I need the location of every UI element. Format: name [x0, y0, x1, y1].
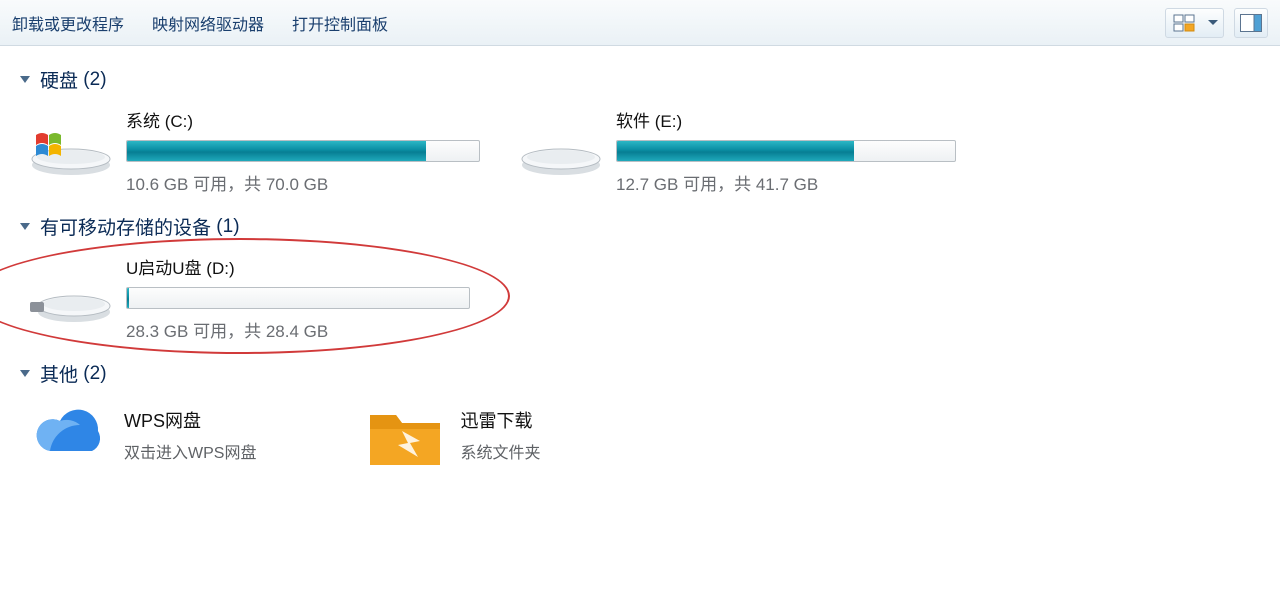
other-item-sub: 系统文件夹 — [460, 439, 540, 463]
drive-d[interactable]: U启动U盘 (D:) 28.3 GB 可用，共 28.4 GB — [30, 254, 470, 342]
other-item-sub: 双击进入WPS网盘 — [124, 439, 256, 463]
drive-title: U启动U盘 (D:) — [126, 254, 470, 279]
drive-usage-bar — [616, 140, 956, 162]
group-header-hdd[interactable]: 硬盘 (2) — [14, 66, 1270, 93]
group-header-other[interactable]: 其他 (2) — [14, 360, 1270, 387]
drive-size-text: 12.7 GB 可用，共 41.7 GB — [616, 170, 956, 195]
drive-usage-bar — [126, 287, 470, 309]
drive-usage-bar — [126, 140, 480, 162]
drive-usb-icon — [30, 274, 112, 324]
other-item-xunlei[interactable]: 迅雷下载 系统文件夹 — [366, 401, 540, 469]
content-area: 硬盘 (2) 系统 (C:) 10.6 GB 可用，共 70.0 GB — [0, 46, 1280, 483]
control-panel-link[interactable]: 打开控制面板 — [292, 11, 388, 35]
drive-hdd-icon — [520, 127, 602, 177]
group-label: 其他 — [40, 360, 78, 387]
disclosure-icon — [20, 223, 30, 230]
drive-title: 系统 (C:) — [126, 107, 480, 132]
drive-windows-icon — [30, 127, 112, 177]
other-item-title: WPS网盘 — [124, 407, 256, 433]
other-item-title: 迅雷下载 — [460, 407, 540, 433]
chevron-down-icon — [1208, 20, 1218, 26]
other-item-wps[interactable]: WPS网盘 双击进入WPS网盘 — [30, 401, 256, 469]
group-header-removable[interactable]: 有可移动存储的设备 (1) — [14, 213, 1270, 240]
toolbar: 卸载或更改程序 映射网络驱动器 打开控制面板 — [0, 0, 1280, 46]
view-mode-button[interactable] — [1165, 8, 1203, 38]
drive-c[interactable]: 系统 (C:) 10.6 GB 可用，共 70.0 GB — [30, 107, 480, 195]
preview-pane-icon — [1240, 14, 1262, 32]
drive-size-text: 10.6 GB 可用，共 70.0 GB — [126, 170, 480, 195]
preview-pane-button[interactable] — [1234, 8, 1268, 38]
group-label: 硬盘 — [40, 66, 78, 93]
group-count: (1) — [216, 216, 239, 238]
group-count: (2) — [83, 363, 106, 385]
drive-title: 软件 (E:) — [616, 107, 956, 132]
disclosure-icon — [20, 76, 30, 83]
group-count: (2) — [83, 69, 106, 91]
group-label: 有可移动存储的设备 — [40, 213, 211, 240]
uninstall-link[interactable]: 卸载或更改程序 — [12, 11, 124, 35]
drive-e[interactable]: 软件 (E:) 12.7 GB 可用，共 41.7 GB — [520, 107, 956, 195]
view-mode-dropdown[interactable] — [1202, 8, 1224, 38]
map-drive-link[interactable]: 映射网络驱动器 — [152, 11, 264, 35]
xunlei-folder-icon — [366, 401, 444, 469]
view-tiles-icon — [1173, 13, 1195, 33]
wps-cloud-icon — [30, 401, 108, 469]
disclosure-icon — [20, 370, 30, 377]
drive-size-text: 28.3 GB 可用，共 28.4 GB — [126, 317, 470, 342]
